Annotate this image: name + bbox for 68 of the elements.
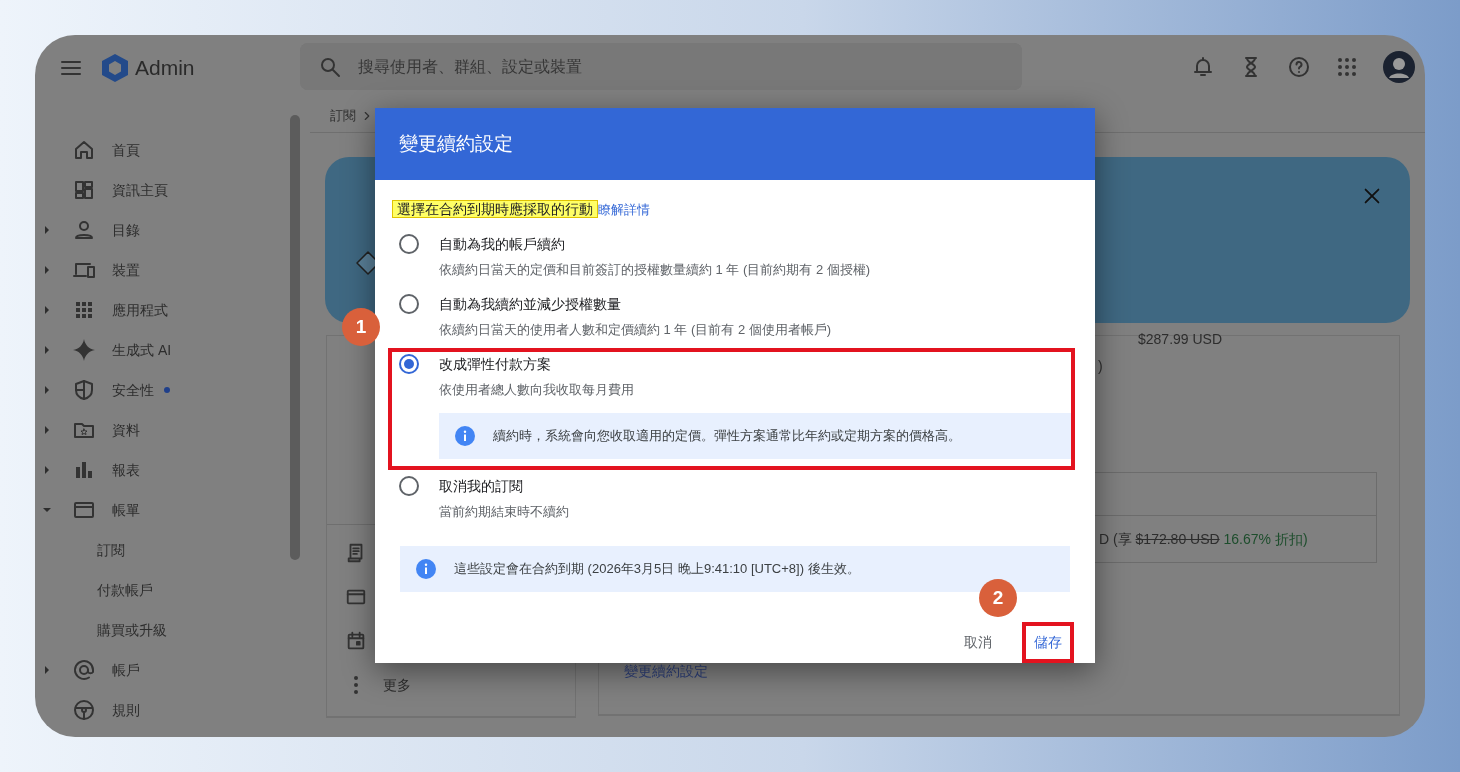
sidebar-item[interactable]: 安全性	[35, 370, 290, 410]
learn-more-link[interactable]: 瞭解詳情	[598, 202, 650, 217]
info-note: 這些設定會在合約到期 (2026年3月5日 晚上9:41:10 [UTC+8]) 後生效。	[400, 546, 1070, 592]
option-description: 依續約日當天的定價和目前簽訂的授權數量續約 1 年 (目前約期有 2 個授權)	[439, 261, 872, 279]
caret-icon[interactable]	[42, 265, 52, 275]
sidebar-item[interactable]: 應用程式	[35, 290, 290, 330]
text-fragment: )	[1098, 357, 1104, 376]
breadcrumb-link[interactable]: 訂閱	[330, 106, 356, 126]
cancel-button[interactable]: 取消	[952, 622, 1004, 663]
dashboard-icon	[72, 178, 96, 202]
caret-icon[interactable]	[42, 425, 52, 435]
help-icon[interactable]	[1287, 55, 1311, 79]
bell-icon[interactable]	[1191, 55, 1215, 79]
intro-text: 選擇在合約到期時應採取的行動	[392, 200, 598, 218]
dialog-title: 變更續約設定	[399, 131, 513, 156]
search-icon	[318, 55, 342, 79]
sidebar-item[interactable]: 裝置	[35, 250, 290, 290]
price-text: $287.99 USD	[1138, 332, 1224, 346]
radio-button[interactable]	[399, 234, 419, 254]
steering-wheel-icon	[72, 698, 96, 722]
option-description: 依續約日當天的使用者人數和定價續約 1 年 (目前有 2 個使用者帳戶)	[439, 321, 833, 339]
sidebar-item[interactable]: 首頁	[35, 130, 290, 170]
caret-icon[interactable]	[42, 385, 52, 395]
caret-icon[interactable]	[42, 465, 52, 475]
sidebar-item[interactable]: 報表	[35, 450, 290, 490]
caret-icon[interactable]	[42, 505, 52, 515]
option-title: 自動為我的帳戶續約	[439, 235, 566, 254]
sidebar-item[interactable]: 生成式 AI	[35, 330, 290, 370]
apps-grid-icon[interactable]	[1335, 55, 1359, 79]
caret-icon[interactable]	[42, 225, 52, 235]
info-note: 續約時，系統會向您收取適用的定價。彈性方案通常比年約或定期方案的價格高。	[439, 413, 1071, 459]
renewal-settings-link[interactable]: 變更續約設定	[624, 661, 708, 682]
avatar[interactable]	[1383, 51, 1415, 83]
info-icon	[455, 426, 475, 446]
shield-icon	[72, 378, 96, 402]
sidebar-item[interactable]: 資料	[35, 410, 290, 450]
option-title: 自動為我續約並減少授權數量	[439, 295, 622, 314]
sidebar-subitem[interactable]: 付款帳戶	[35, 570, 290, 610]
sidebar-item[interactable]: 目錄	[35, 210, 290, 250]
at-sign-icon	[72, 658, 96, 682]
option-description: 依使用者總人數向我收取每月費用	[439, 381, 635, 399]
sidebar-item[interactable]: 帳單	[35, 490, 290, 530]
option-title: 改成彈性付款方案	[439, 355, 552, 374]
sidebar-item[interactable]: 帳戶	[35, 650, 290, 690]
scrollbar[interactable]	[290, 115, 300, 560]
caret-icon[interactable]	[42, 305, 52, 315]
sidebar-subitem[interactable]: 訂閱	[35, 530, 290, 570]
save-button[interactable]: 儲存	[1022, 622, 1074, 663]
info-icon	[416, 559, 436, 579]
option-description: 當前約期結束時不續約	[439, 503, 570, 521]
hexagon-logo-icon	[99, 52, 131, 84]
radio-button[interactable]	[399, 354, 419, 374]
person-icon	[72, 218, 96, 242]
calendar-icon[interactable]	[345, 630, 367, 652]
more-link[interactable]: 更多	[383, 674, 411, 696]
sidebar-item[interactable]: 規則	[35, 690, 290, 730]
sparkle-icon	[72, 338, 96, 362]
radio-button[interactable]	[399, 476, 419, 496]
caret-icon[interactable]	[42, 665, 52, 675]
product-name: Admin	[135, 55, 195, 82]
home-icon	[72, 138, 96, 162]
option-title: 取消我的訂閱	[439, 477, 524, 496]
table-cell-text: D (享 $172.80 USD 16.67% 折扣)	[1099, 529, 1308, 549]
more-vert-icon	[354, 676, 358, 694]
radio-button[interactable]	[399, 294, 419, 314]
caret-icon[interactable]	[42, 345, 52, 355]
sidebar-item[interactable]: 資訊主頁	[35, 170, 290, 210]
sidebar-subitem[interactable]: 購買或升級	[35, 610, 290, 650]
